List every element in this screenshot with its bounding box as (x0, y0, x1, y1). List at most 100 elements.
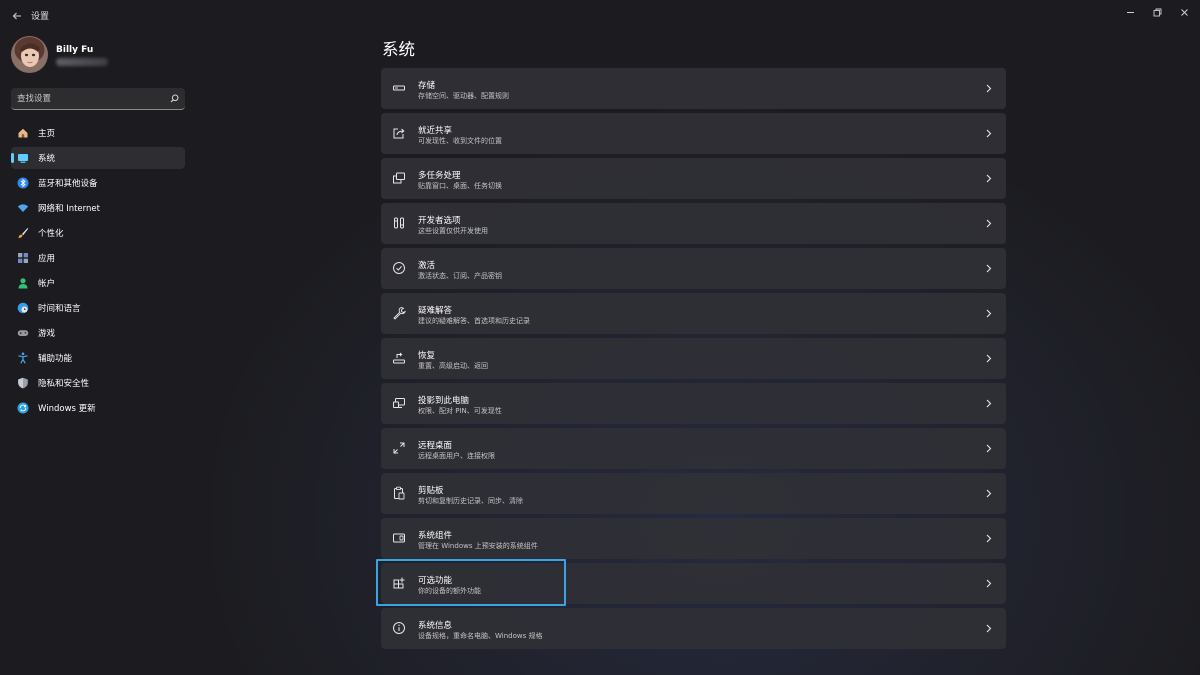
project-to-pc-icon (392, 396, 406, 410)
gamepad-icon (17, 327, 29, 339)
card-subtitle: 激活状态、订阅、产品密钥 (418, 272, 502, 280)
share-icon (392, 126, 406, 140)
chevron-right-icon (984, 172, 994, 184)
sidebar-item-label: 应用 (38, 254, 56, 264)
sidebar-item-apps[interactable]: 应用 (11, 247, 185, 269)
home-icon (17, 127, 29, 139)
card-title: 开发者选项 (418, 216, 461, 226)
chevron-right-icon (984, 397, 994, 409)
developer-tools-icon (392, 216, 406, 230)
sidebar-item-label: 系统 (38, 154, 56, 164)
card-title: 投影到此电脑 (418, 396, 470, 406)
account-icon (17, 277, 29, 289)
sidebar-item-label: 辅助功能 (38, 354, 73, 364)
card-subtitle: 存储空间、驱动器、配置规则 (418, 92, 509, 100)
globe-clock-icon (17, 302, 29, 314)
app-title: 设置 (31, 12, 50, 22)
shield-icon (17, 377, 29, 389)
sidebar-item-network[interactable]: 网络和 Internet (11, 197, 185, 219)
search-icon[interactable] (170, 94, 179, 103)
page-title: 系统 (382, 40, 415, 59)
card-title: 疑难解答 (418, 306, 453, 316)
sidebar-item-label: 帐户 (38, 279, 56, 289)
sidebar-item-label: 游戏 (38, 329, 56, 339)
settings-card-nearby-sharing[interactable]: 就近共享 可发现性、收到文件的位置 (381, 113, 1006, 154)
settings-card-optional-features[interactable]: 可选功能 你的设备的额外功能 (381, 563, 1006, 604)
sidebar-item-accessibility[interactable]: 辅助功能 (11, 347, 185, 369)
settings-card-system-components[interactable]: 系统组件 管理在 Windows 上预安装的系统组件 (381, 518, 1006, 559)
back-arrow-icon[interactable] (6, 5, 28, 27)
settings-card-clipboard[interactable]: 剪贴板 剪切和复制历史记录、同步、清除 (381, 473, 1006, 514)
apps-icon (17, 252, 29, 264)
user-name: Billy Fu (56, 45, 94, 55)
remote-desktop-icon (392, 441, 406, 455)
card-title: 激活 (418, 261, 436, 271)
settings-card-developer-options[interactable]: 开发者选项 这些设置仅供开发使用 (381, 203, 1006, 244)
sidebar-item-gaming[interactable]: 游戏 (11, 322, 185, 344)
card-subtitle: 贴靠窗口、桌面、任务切换 (418, 182, 502, 190)
card-subtitle: 建议的疑难解答、首选项和历史记录 (418, 317, 530, 325)
card-title: 系统信息 (418, 621, 453, 631)
chevron-right-icon (984, 352, 994, 364)
bluetooth-icon (17, 177, 29, 189)
sidebar-item-label: Windows 更新 (38, 404, 96, 414)
sidebar-item-label: 蓝牙和其他设备 (38, 179, 98, 189)
clipboard-icon (392, 486, 406, 500)
sidebar-item-personalization[interactable]: 个性化 (11, 222, 185, 244)
settings-card-storage[interactable]: 存储 存储空间、驱动器、配置规则 (381, 68, 1006, 109)
card-subtitle: 管理在 Windows 上预安装的系统组件 (418, 542, 538, 550)
search-box[interactable] (11, 88, 185, 110)
sidebar-nav: 主页 系统 蓝牙和其他设备 网络和 Internet 个性化 应用 帐户 时间和… (11, 122, 185, 422)
settings-card-about[interactable]: 系统信息 设备规格，重命名电脑、Windows 规格 (381, 608, 1006, 649)
settings-list: 存储 存储空间、驱动器、配置规则 就近共享 可发现性、收到文件的位置 多任务处理… (381, 68, 1006, 653)
settings-card-remote-desktop[interactable]: 远程桌面 远程桌面用户、连接权限 (381, 428, 1006, 469)
sidebar-item-windows-update[interactable]: Windows 更新 (11, 397, 185, 419)
system-monitor-icon (17, 152, 29, 164)
minimize-icon[interactable] (1116, 2, 1144, 22)
chevron-right-icon (984, 622, 994, 634)
search-input[interactable] (17, 88, 167, 109)
card-subtitle: 权限、配对 PIN、可发现性 (418, 407, 502, 415)
card-subtitle: 远程桌面用户、连接权限 (418, 452, 495, 460)
restore-icon[interactable] (1143, 2, 1171, 22)
update-icon (17, 402, 29, 414)
card-subtitle: 这些设置仅供开发使用 (418, 227, 488, 235)
card-title: 剪贴板 (418, 486, 444, 496)
chevron-right-icon (984, 577, 994, 589)
settings-card-project-to-pc[interactable]: 投影到此电脑 权限、配对 PIN、可发现性 (381, 383, 1006, 424)
sidebar-item-system[interactable]: 系统 (11, 147, 185, 169)
info-icon (392, 621, 406, 635)
sidebar-item-bluetooth[interactable]: 蓝牙和其他设备 (11, 172, 185, 194)
wrench-icon (392, 306, 406, 320)
card-subtitle: 剪切和复制历史记录、同步、清除 (418, 497, 523, 505)
wifi-icon (17, 202, 29, 214)
sidebar-item-label: 时间和语言 (38, 304, 81, 314)
card-title: 恢复 (418, 351, 436, 361)
recovery-icon (392, 351, 406, 365)
settings-card-troubleshoot[interactable]: 疑难解答 建议的疑难解答、首选项和历史记录 (381, 293, 1006, 334)
settings-card-multitasking[interactable]: 多任务处理 贴靠窗口、桌面、任务切换 (381, 158, 1006, 199)
settings-card-activation[interactable]: 激活 激活状态、订阅、产品密钥 (381, 248, 1006, 289)
title-bar: 设置 (0, 0, 1200, 32)
chevron-right-icon (984, 82, 994, 94)
close-icon[interactable] (1170, 2, 1198, 22)
card-title: 存储 (418, 81, 436, 91)
sidebar-item-privacy-security[interactable]: 隐私和安全性 (11, 372, 185, 394)
settings-card-recovery[interactable]: 恢复 重置、高级启动、返回 (381, 338, 1006, 379)
optional-features-icon (392, 576, 406, 590)
chevron-right-icon (984, 532, 994, 544)
card-title: 系统组件 (418, 531, 453, 541)
sidebar-item-label: 隐私和安全性 (38, 379, 90, 389)
chevron-right-icon (984, 307, 994, 319)
sidebar-item-time-language[interactable]: 时间和语言 (11, 297, 185, 319)
avatar[interactable] (11, 36, 48, 73)
sidebar-item-home[interactable]: 主页 (11, 122, 185, 144)
card-subtitle: 可发现性、收到文件的位置 (418, 137, 502, 145)
chevron-right-icon (984, 217, 994, 229)
activation-check-icon (392, 261, 406, 275)
sidebar-item-accounts[interactable]: 帐户 (11, 272, 185, 294)
card-subtitle: 你的设备的额外功能 (418, 587, 481, 595)
multitask-icon (392, 171, 406, 185)
brush-icon (17, 227, 29, 239)
sidebar-item-label: 个性化 (38, 229, 64, 239)
